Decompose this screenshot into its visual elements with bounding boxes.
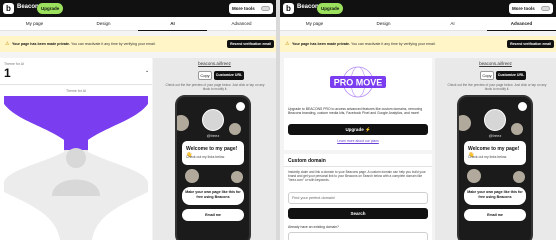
email-me-button[interactable]: Email me: [182, 209, 244, 221]
tab-design[interactable]: Design: [349, 17, 418, 31]
page-url-link[interactable]: beacons.ai/lreez: [435, 61, 556, 66]
bubble: [231, 171, 243, 183]
tab-bar: My page Design AI Advanced: [280, 17, 556, 31]
upgrade-plan-button[interactable]: Upgrade ⚡: [288, 124, 428, 135]
tab-bar: My page Design AI Advanced: [0, 17, 276, 31]
tab-advanced[interactable]: Advanced: [487, 17, 556, 31]
theme-select[interactable]: 1: [4, 66, 11, 80]
banner-title: Your page has been made private.: [12, 42, 71, 46]
customize-url-button[interactable]: Customize URL: [496, 71, 526, 80]
private-banner: ⚠ Your page has been made private. You c…: [0, 36, 276, 52]
right-window: b Beacons Upgrade More tools My page Des…: [280, 0, 556, 240]
preview-pane: beacons.ai/lreez Copy Customize URL Chec…: [153, 58, 276, 240]
preview-note: Check out the live preview of your page …: [447, 83, 547, 92]
more-tools-button[interactable]: More tools: [229, 3, 273, 14]
private-banner: ⚠ Your page has been made private. You c…: [280, 36, 556, 52]
top-bar: b Beacons Upgrade More tools: [280, 0, 556, 17]
pro-move-text: PRO MOVE: [334, 78, 383, 88]
tab-advanced[interactable]: Advanced: [207, 17, 276, 31]
welcome-card[interactable]: Welcome to my page! 👋 Check out my links…: [182, 141, 244, 165]
existing-domain-label: Already have an existing domain?: [288, 225, 339, 229]
learn-more-link[interactable]: Learn more about our plans: [284, 139, 432, 143]
warning-icon: ⚠: [285, 41, 290, 47]
banner-text: You can reactivate it any time by verify…: [351, 42, 436, 46]
beacons-logo-icon[interactable]: b: [3, 3, 14, 14]
upgrade-button[interactable]: Upgrade: [317, 3, 344, 14]
banner-title: Your page has been made private.: [292, 42, 351, 46]
custom-domain-title: Custom domain: [288, 158, 326, 164]
welcome-card[interactable]: Welcome to my page! 👋 Check out my links…: [464, 141, 526, 165]
preview-label: Theme for AI: [65, 89, 87, 93]
top-bar: b Beacons Upgrade More tools: [0, 0, 276, 17]
banner-text: You can reactivate it any time by verify…: [71, 42, 156, 46]
phone-preview: @lreez Welcome to my page! 👋 Check out m…: [457, 95, 533, 240]
email-me-button[interactable]: Email me: [464, 209, 526, 221]
tab-my-page[interactable]: My page: [0, 17, 69, 31]
custom-domain-text: Instantly claim and link a domain to you…: [288, 170, 426, 182]
more-tools-label: More tools: [512, 6, 535, 11]
chevron-down-icon[interactable]: ⌄: [145, 68, 149, 74]
pro-upsell-card: PRO MOVE Upgrade to BEACONS PRO to acces…: [284, 58, 432, 150]
custom-domain-card: Custom domain Instantly claim and link a…: [284, 154, 432, 240]
share-icon[interactable]: [518, 102, 527, 111]
page-url-link[interactable]: beacons.ai/lreez: [153, 61, 276, 66]
bubble: [177, 115, 189, 131]
avatar: [202, 109, 224, 131]
more-tools-label: More tools: [232, 6, 255, 11]
upsell-text: Upgrade to BEACONS PRO to access advance…: [288, 107, 423, 116]
upgrade-button[interactable]: Upgrade: [37, 3, 64, 14]
ai-editor: Theme for AI 1 ⌄ Theme for AI: [0, 58, 152, 240]
left-window: b Beacons Upgrade More tools My page Des…: [0, 0, 276, 240]
bubble: [467, 169, 481, 183]
welcome-subtitle: Check out my links below.: [186, 155, 226, 159]
welcome-subtitle: Check out my links below.: [468, 155, 508, 159]
share-icon[interactable]: [236, 102, 245, 111]
upgrade-plan-label: Upgrade: [345, 127, 364, 132]
more-tools-button[interactable]: More tools: [509, 3, 553, 14]
bubble: [185, 169, 199, 183]
profile-handle: @lreez: [206, 133, 220, 138]
existing-domain-input[interactable]: [288, 232, 428, 240]
make-page-button[interactable]: Make your own page like this for free us…: [464, 187, 526, 205]
tab-ai[interactable]: AI: [138, 17, 207, 31]
tab-design[interactable]: Design: [69, 17, 138, 31]
preview-pane: beacons.ai/lreez Copy Customize URL Chec…: [435, 58, 556, 240]
bubble: [459, 115, 471, 131]
toggle-icon: [261, 6, 270, 11]
resend-verification-button[interactable]: Resend verification email: [227, 40, 274, 48]
toggle-icon: [541, 6, 550, 11]
bubble: [513, 171, 525, 183]
profile-handle: @lreez: [488, 133, 502, 138]
domain-search-input[interactable]: Find your perfect domain!: [288, 192, 428, 204]
customize-url-button[interactable]: Customize URL: [214, 71, 244, 80]
domain-search-button[interactable]: Search: [288, 208, 428, 219]
tab-ai[interactable]: AI: [418, 17, 487, 31]
resend-verification-button[interactable]: Resend verification email: [507, 40, 554, 48]
copy-button[interactable]: Copy: [198, 71, 212, 80]
tab-my-page[interactable]: My page: [280, 17, 349, 31]
copy-button[interactable]: Copy: [480, 71, 494, 80]
pro-move-badge-icon: PRO MOVE: [330, 66, 386, 98]
make-page-button[interactable]: Make your own page like this for free us…: [182, 187, 244, 205]
avatar: [484, 109, 506, 131]
warning-icon: ⚠: [5, 41, 10, 47]
preview-note: Check out the live preview of your page …: [165, 83, 265, 92]
phone-preview: @lreez Welcome to my page! 👋 Check out m…: [175, 95, 251, 240]
theme-preview-image: [4, 96, 148, 240]
beacons-logo-icon[interactable]: b: [283, 3, 294, 14]
